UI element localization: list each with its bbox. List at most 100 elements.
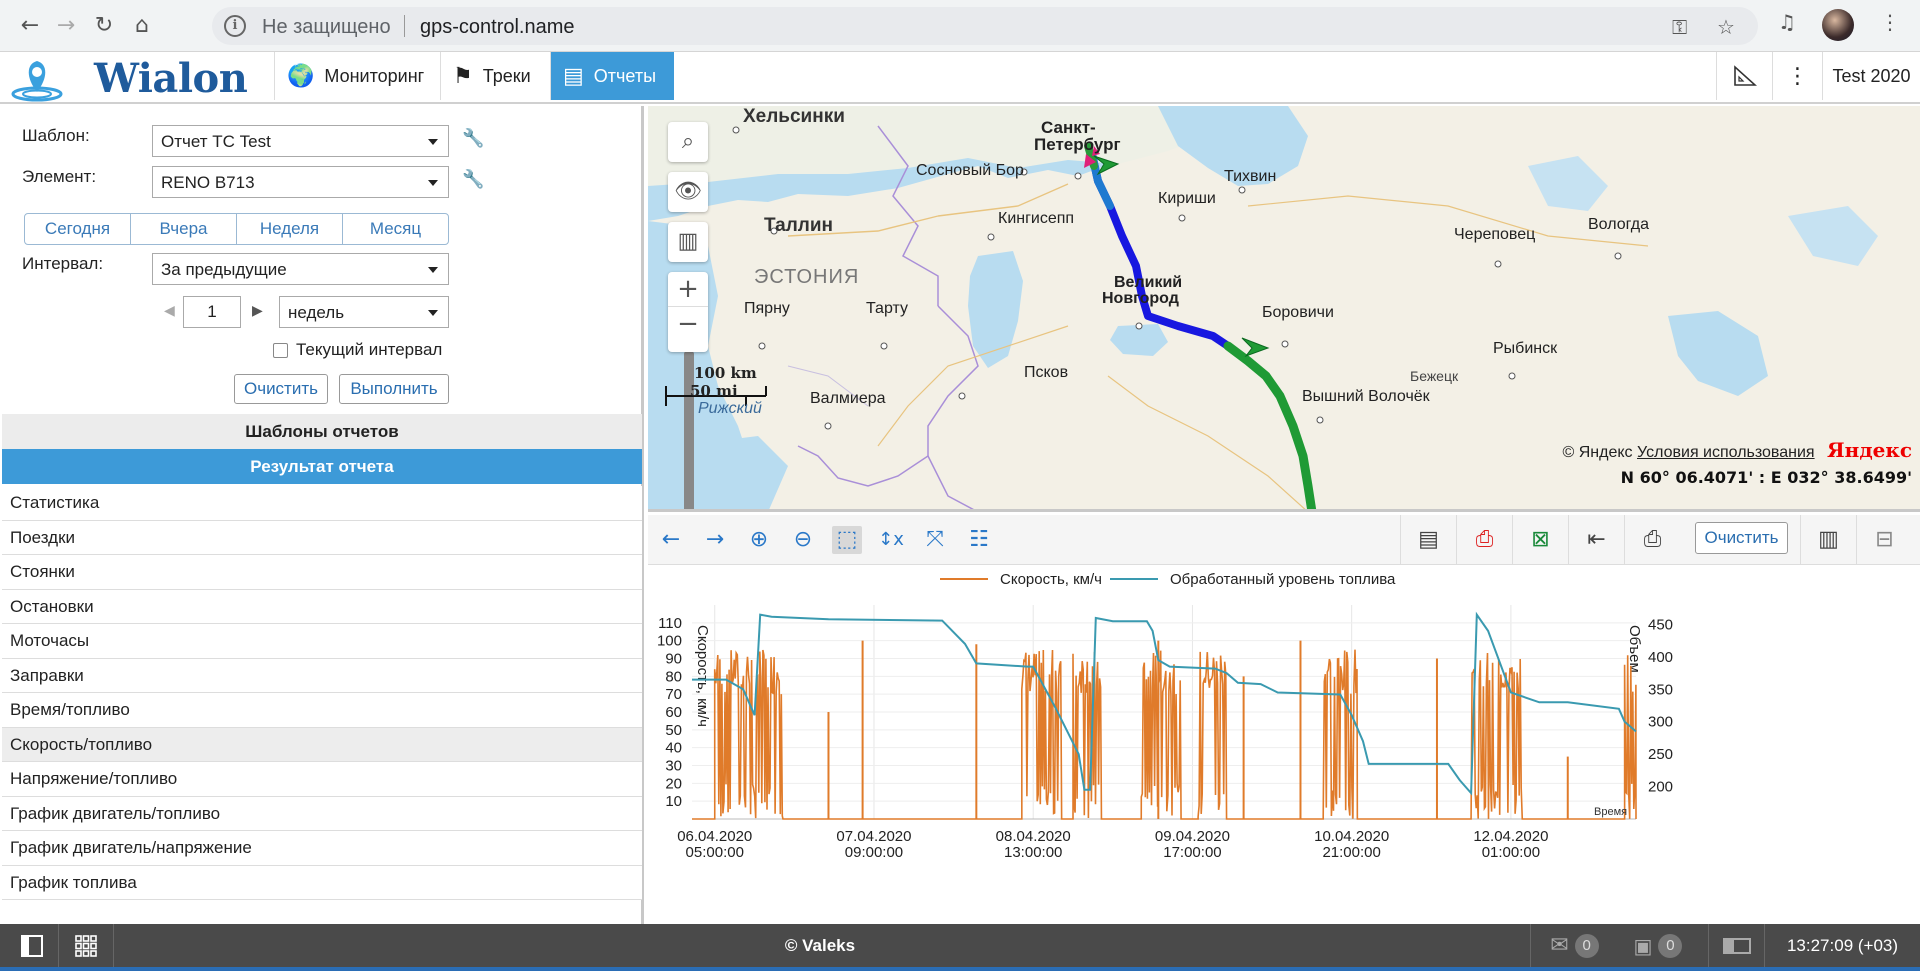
messages-count: 0	[1574, 933, 1599, 958]
zoom-in-icon[interactable]: +	[668, 272, 708, 306]
report-item[interactable]: Моточасы	[2, 624, 642, 659]
map-search-icon[interactable]: ⌕	[668, 122, 708, 162]
terms-link[interactable]: Условия использования	[1637, 444, 1815, 461]
y-left-tick-label: 100	[657, 633, 682, 650]
export-html-icon[interactable]: ▤	[1400, 515, 1456, 565]
legend-label-speed: Скорость, км/ч	[1000, 571, 1102, 588]
x-tick-label: 01:00:00	[1482, 844, 1540, 861]
map-attribution: © Яндекс Условия использования Яндекс	[1563, 438, 1913, 462]
messages-indicator[interactable]: ✉ 0	[1530, 924, 1618, 967]
forward-arrow-icon[interactable]: →	[50, 10, 82, 42]
period-yesterday-button[interactable]: Вчера	[131, 214, 237, 244]
y-left-tick-label: 110	[658, 615, 682, 632]
map-layers-icon[interactable]: ▥	[668, 222, 708, 262]
map-label-bezhetsk: Бежецк	[1410, 368, 1459, 384]
map-label-sosnovy-bor: Сосновый Бор	[916, 162, 1024, 179]
interval-select[interactable]: За предыдущие	[152, 253, 449, 285]
tab-tracks[interactable]: ⚑ Треки	[440, 52, 550, 100]
current-interval-checkbox[interactable]	[273, 343, 288, 358]
browser-menu-icon[interactable]: ⋮	[1880, 10, 1900, 34]
execute-button[interactable]: Выполнить	[339, 374, 449, 404]
report-item[interactable]: Поездки	[2, 520, 642, 555]
report-item[interactable]: График двигатель/напряжение	[2, 831, 642, 866]
avatar[interactable]	[1822, 9, 1854, 41]
y-left-tick-label: 80	[665, 668, 682, 685]
ruler-icon[interactable]	[1716, 52, 1772, 100]
zoom-area-icon[interactable]: ⬚	[832, 526, 862, 554]
tab-monitoring[interactable]: 🌍 Мониторинг	[274, 52, 440, 100]
home-icon[interactable]: ⌂	[126, 10, 158, 42]
export-excel-icon[interactable]: ⊠	[1512, 515, 1568, 565]
zoom-x-icon[interactable]: ↕x	[876, 526, 906, 554]
user-name[interactable]: Test 2020	[1822, 52, 1920, 100]
report-templates-header[interactable]: Шаблоны отчетов	[2, 414, 642, 449]
interval-count-input[interactable]: 1	[183, 296, 241, 328]
browser-toolbar: ← → ↻ ⌂ i Не защищено gps-control.name ⚿…	[0, 0, 1920, 52]
report-item[interactable]: График двигатель/топливо	[2, 796, 642, 831]
y-left-tick-label: 20	[665, 775, 682, 792]
wrench-icon[interactable]: 🔧	[462, 128, 484, 149]
export-file-icon[interactable]: ⇤	[1568, 515, 1624, 565]
address-separator	[404, 15, 405, 37]
app-menu-icon[interactable]: ⋮	[1772, 52, 1822, 100]
element-select[interactable]: RENO B713	[152, 166, 449, 198]
legend-list-icon[interactable]: ☷	[964, 526, 994, 554]
print-icon[interactable]: ⎙	[1624, 515, 1680, 565]
template-select[interactable]: Отчет ТС Test	[152, 125, 449, 157]
zoom-out-icon[interactable]: −	[668, 306, 708, 341]
server-time: 13:27:09 (+03)	[1764, 924, 1920, 967]
y-right-tick-label: 200	[1648, 779, 1673, 796]
address-bar[interactable]: i Не защищено gps-control.name ⚿ ☆	[212, 7, 1758, 45]
logo-text: Wialon	[94, 55, 248, 102]
x-tick-label: 09.04.2020	[1155, 828, 1230, 845]
layout-icon[interactable]	[1708, 924, 1764, 967]
images-indicator[interactable]: ▣ 0	[1618, 924, 1698, 967]
chart[interactable]: 10 20 30 40 50 60 70 80 90 100 110 200 250 300 350 400 4…	[648, 565, 1920, 920]
map-view-icon[interactable]: ▥	[1800, 515, 1856, 565]
zoom-in-icon[interactable]: ⊕	[744, 526, 774, 554]
export-pdf-icon[interactable]: ⎙	[1456, 515, 1512, 565]
reload-icon[interactable]: ↻	[88, 10, 120, 42]
chart-clear-button[interactable]: Очистить	[1695, 522, 1788, 554]
globe-icon: 🌍	[287, 63, 315, 89]
cursor-coordinates: N 60° 06.4071' : E 032° 38.6499'	[1620, 468, 1912, 487]
clear-button[interactable]: Очистить	[234, 374, 328, 404]
report-item[interactable]: Скорость/топливо	[2, 727, 642, 762]
map-zoom-control[interactable]: + −	[668, 272, 708, 352]
map[interactable]: Хельсинки Санкт- Петербург Сосновый Бор …	[648, 106, 1920, 512]
report-item[interactable]: Статистика	[2, 486, 642, 521]
url-text[interactable]: gps-control.name	[420, 16, 575, 39]
split-view-icon[interactable]: ⊟	[1856, 515, 1912, 565]
y-right-tick-label: 250	[1648, 746, 1673, 763]
report-item[interactable]: Стоянки	[2, 555, 642, 590]
report-item[interactable]: График топлива	[2, 865, 642, 900]
tab-reports[interactable]: ▤ Отчеты	[550, 52, 674, 100]
report-item[interactable]: Напряжение/топливо	[2, 762, 642, 797]
wrench-icon[interactable]: 🔧	[462, 169, 484, 190]
y-left-axis-label: Скорость, км/ч	[694, 625, 711, 727]
fit-chart-icon[interactable]: ⤧	[920, 526, 950, 554]
period-month-button[interactable]: Месяц	[343, 214, 448, 244]
report-result-header[interactable]: Результат отчета	[2, 449, 642, 484]
report-item[interactable]: Время/топливо	[2, 693, 642, 728]
report-item[interactable]: Остановки	[2, 589, 642, 624]
y-left-tick-label: 60	[665, 704, 682, 721]
zoom-out-icon[interactable]: ⊖	[788, 526, 818, 554]
arrow-right-icon[interactable]: →	[700, 526, 730, 554]
interval-unit-select[interactable]: недель	[279, 296, 449, 328]
back-arrow-icon[interactable]: ←	[14, 10, 46, 42]
chart-canvas[interactable]: 102030405060708090100110 200 250 300 350 400 4…	[648, 565, 1920, 920]
info-icon[interactable]: i	[224, 15, 246, 37]
star-icon[interactable]: ☆	[1717, 15, 1735, 39]
arrow-left-icon[interactable]: ←	[656, 526, 686, 554]
map-eye-icon[interactable]: 👁	[668, 172, 708, 212]
period-today-button[interactable]: Сегодня	[25, 214, 131, 244]
key-icon[interactable]: ⚿	[1672, 15, 1687, 39]
period-week-button[interactable]: Неделя	[237, 214, 343, 244]
increment-arrow-icon[interactable]: ▶	[252, 303, 263, 319]
report-item[interactable]: Заправки	[2, 658, 642, 693]
decrement-arrow-icon[interactable]: ◀	[164, 303, 175, 319]
media-icon[interactable]: ♫	[1778, 10, 1796, 34]
report-icon: ▤	[563, 63, 584, 89]
y-right-tick-label: 400	[1648, 649, 1673, 666]
